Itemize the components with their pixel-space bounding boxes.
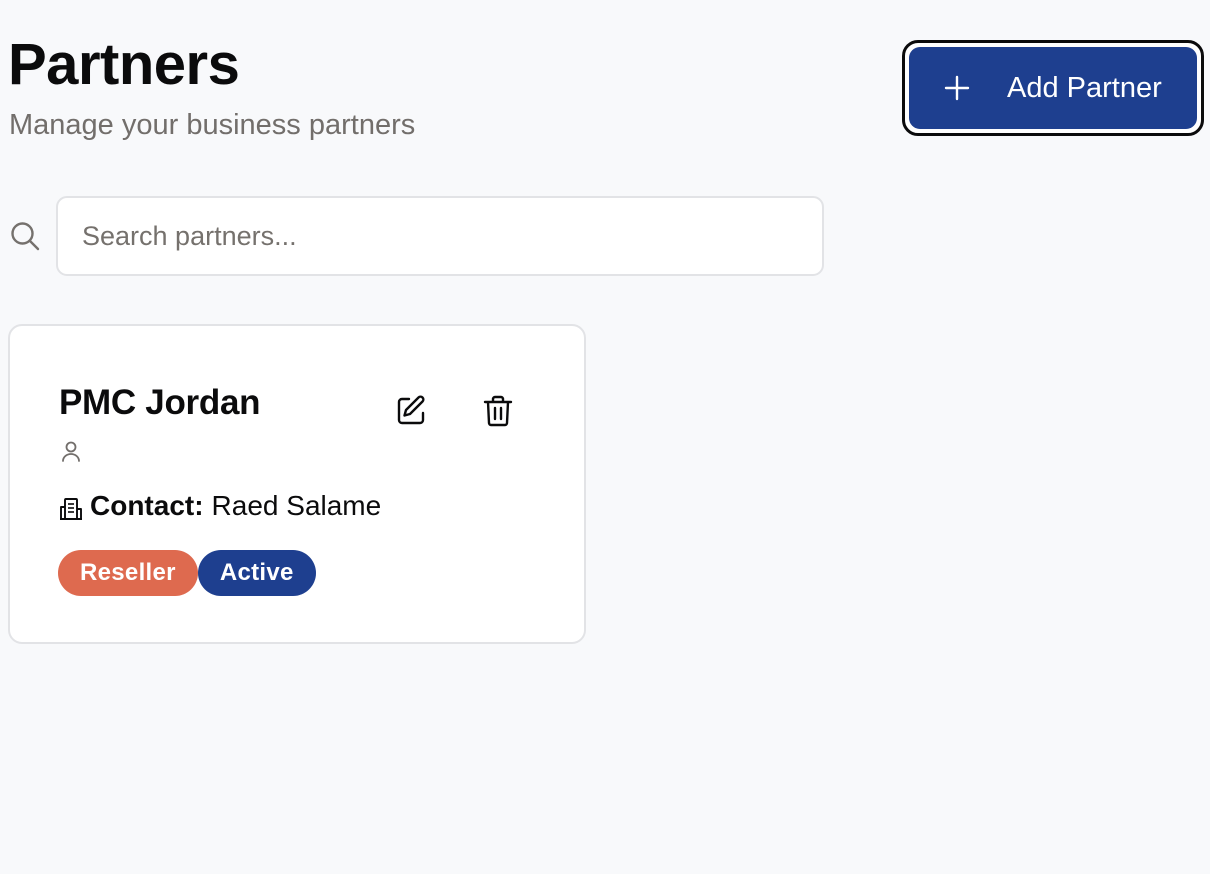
plus-icon (943, 74, 971, 102)
partner-badges: Reseller Active (58, 550, 316, 596)
pencil-square-icon (394, 395, 428, 431)
contact-name: Raed Salame (211, 490, 382, 521)
edit-partner-button[interactable] (394, 394, 428, 428)
partner-name: PMC Jordan (59, 383, 261, 422)
building-icon (58, 493, 84, 520)
trash-icon (481, 395, 515, 431)
search-icon (9, 220, 41, 252)
search-input[interactable] (56, 196, 824, 276)
partner-card: PMC Jordan Contact: Raed Salame Reseller… (8, 324, 586, 644)
delete-partner-button[interactable] (481, 394, 515, 428)
add-partner-button[interactable]: Add Partner (909, 47, 1197, 129)
contact-label: Contact: (90, 490, 204, 521)
partner-type-badge: Reseller (58, 550, 198, 596)
status-badge: Active (197, 550, 316, 596)
partner-contact: Contact: Raed Salame (58, 486, 381, 526)
user-icon (60, 440, 82, 462)
page-subtitle: Manage your business partners (9, 109, 416, 141)
page-title: Partners (8, 32, 240, 97)
add-partner-label: Add Partner (1007, 71, 1162, 104)
